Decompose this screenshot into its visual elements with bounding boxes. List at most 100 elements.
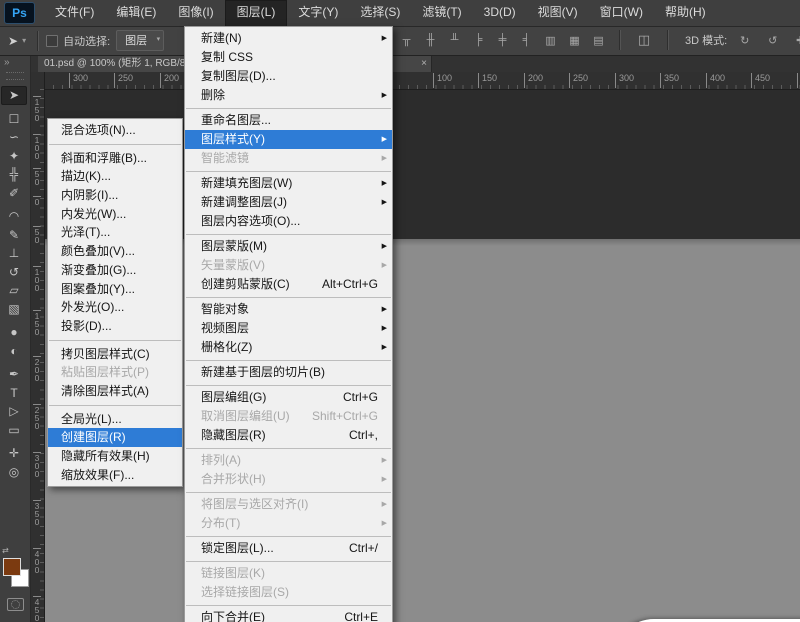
submenu-item[interactable]: 全局光(L)...	[48, 410, 182, 429]
history-brush-tool[interactable]: ↺	[1, 263, 27, 282]
pen-tool[interactable]: ✒	[1, 365, 27, 384]
align-left-edges-icon[interactable]: ╞	[468, 34, 489, 47]
spot-healing-brush-tool[interactable]: ◠	[1, 207, 27, 226]
submenu-item[interactable]: 混合选项(N)...	[48, 121, 182, 140]
submenu-item[interactable]: 描边(K)...	[48, 167, 182, 186]
submenu-item[interactable]: 清除图层样式(A)	[48, 382, 182, 401]
dodge-tool[interactable]: ◐	[1, 342, 27, 361]
menu-item[interactable]: 链接图层(K)	[185, 564, 392, 583]
menubar-item[interactable]: 编辑(E)	[105, 0, 167, 26]
menu-item[interactable]: 复制 CSS	[185, 48, 392, 67]
menu-item[interactable]: 新建(N) ▶	[185, 29, 392, 48]
submenu-item[interactable]: 外发光(O)...	[48, 298, 182, 317]
menu-item[interactable]	[186, 448, 391, 449]
menu-item[interactable]: 将图层与选区对齐(I) ▶	[185, 495, 392, 514]
menu-item[interactable]: 重命名图层...	[185, 111, 392, 130]
menu-item[interactable]: 创建剪贴蒙版(C) Alt+Ctrl+G	[185, 275, 392, 294]
align-bottom-edges-icon[interactable]: ╨	[444, 34, 465, 47]
3d-roll-icon[interactable]: ↺	[762, 34, 783, 47]
menubar-item[interactable]: 图层(L)	[224, 0, 288, 26]
menu-item[interactable]	[186, 234, 391, 235]
menubar-item[interactable]: 3D(D)	[473, 0, 527, 26]
menu-item[interactable]: 智能滤镜 ▶	[185, 149, 392, 168]
menu-item[interactable]: 栅格化(Z) ▶	[185, 338, 392, 357]
align-horizontal-centers-icon[interactable]: ╪	[492, 34, 513, 47]
rectangle-tool[interactable]: ▭	[1, 421, 27, 440]
menu-item[interactable]: 新建填充图层(W) ▶	[185, 174, 392, 193]
submenu-item[interactable]: 斜面和浮雕(B)...	[48, 149, 182, 168]
submenu-item[interactable]	[49, 339, 181, 341]
crop-tool[interactable]: ╬	[1, 165, 27, 184]
zoom-tool[interactable]: ◎	[1, 463, 27, 482]
menu-item[interactable]: 取消图层编组(U) Shift+Ctrl+G	[185, 407, 392, 426]
submenu-item[interactable]	[49, 404, 181, 406]
lasso-tool[interactable]: ∽	[1, 128, 27, 147]
menu-item[interactable]: 矢量蒙版(V) ▶	[185, 256, 392, 275]
tool-preset-caret-icon[interactable]: ▾	[22, 36, 26, 45]
submenu-item[interactable]: 缩放效果(F)...	[48, 466, 182, 485]
blur-tool[interactable]: ●	[1, 323, 27, 342]
quick-selection-tool[interactable]: ✦	[1, 147, 27, 166]
menubar-item[interactable]: 文字(Y)	[287, 0, 349, 26]
submenu-item[interactable]: 光泽(T)...	[48, 223, 182, 242]
submenu-item[interactable]: 渐变叠加(G)...	[48, 261, 182, 280]
menu-item[interactable]	[186, 492, 391, 493]
menu-item[interactable]: 排列(A) ▶	[185, 451, 392, 470]
menu-item[interactable]: 新建基于图层的切片(B)	[185, 363, 392, 382]
menubar-item[interactable]: 视图(V)	[527, 0, 589, 26]
auto-select-checkbox[interactable]	[46, 34, 59, 47]
menubar-item[interactable]: 文件(F)	[44, 0, 105, 26]
hand-tool[interactable]: ✛	[1, 444, 27, 463]
move-tool[interactable]: ➤	[1, 86, 27, 105]
menu-item[interactable]: 删除 ▶	[185, 86, 392, 105]
distribute-horizontal-icon[interactable]: ▥	[540, 34, 561, 47]
menubar-item[interactable]: 窗口(W)	[589, 0, 654, 26]
auto-select-target-dropdown[interactable]: 图层 ▾	[116, 30, 165, 51]
vertical-ruler[interactable]: 150 100 50 0 50 100 150 200 250 300 350 400 450	[30, 72, 45, 622]
menu-item[interactable]: 复制图层(D)...	[185, 67, 392, 86]
distribute-centers-icon[interactable]: ▦	[564, 34, 585, 47]
submenu-item[interactable]: 颜色叠加(V)...	[48, 242, 182, 261]
submenu-item[interactable]: 内阴影(I)...	[48, 186, 182, 205]
gradient-tool[interactable]: ▧	[1, 300, 27, 319]
menu-item[interactable]: 图层编组(G) Ctrl+G	[185, 388, 392, 407]
align-right-edges-icon[interactable]: ╡	[516, 34, 537, 47]
align-vertical-centers-icon[interactable]: ╫	[420, 34, 441, 47]
rectangular-marquee-tool[interactable]: ☐	[1, 110, 27, 129]
menu-item[interactable]: 图层样式(Y) ▶	[185, 130, 392, 149]
menu-item[interactable]	[186, 385, 391, 386]
menu-item[interactable]: 图层内容选项(O)...	[185, 212, 392, 231]
menu-item[interactable]	[186, 108, 391, 109]
menu-item[interactable]: 锁定图层(L)... Ctrl+/	[185, 539, 392, 558]
menu-item[interactable]: 智能对象 ▶	[185, 300, 392, 319]
menu-item[interactable]: 合并形状(H) ▶	[185, 470, 392, 489]
menu-item[interactable]	[186, 360, 391, 361]
panel-collapse-icon[interactable]: »	[0, 56, 30, 70]
distribute-vertical-icon[interactable]: ▤	[588, 34, 609, 47]
submenu-item[interactable]: 拷贝图层样式(C)	[48, 345, 182, 364]
quick-mask-icon[interactable]	[7, 598, 24, 611]
clone-stamp-tool[interactable]: ⊥	[1, 244, 27, 263]
menu-item[interactable]: 隐藏图层(R) Ctrl+,	[185, 426, 392, 445]
menu-item[interactable]: 视频图层 ▶	[185, 319, 392, 338]
auto-align-layers-icon[interactable]: ◫	[631, 32, 657, 48]
submenu-item[interactable]: 隐藏所有效果(H)	[48, 447, 182, 466]
menu-item[interactable]	[186, 536, 391, 537]
submenu-item[interactable]: 创建图层(R)	[48, 428, 182, 447]
brush-tool[interactable]: ✎	[1, 226, 27, 245]
close-icon[interactable]: ×	[421, 56, 427, 71]
menu-item[interactable]: 选择链接图层(S)	[185, 583, 392, 602]
eyedropper-tool[interactable]: ✐	[1, 184, 27, 203]
type-tool[interactable]: T	[1, 384, 27, 403]
horizontal-ruler[interactable]: 300250200100150200250300350400450500	[44, 72, 800, 90]
menu-item[interactable]	[186, 561, 391, 562]
menu-item[interactable]	[186, 605, 391, 606]
submenu-item[interactable]: 投影(D)...	[48, 317, 182, 336]
swap-colors-icon[interactable]: ⇄	[2, 546, 9, 555]
menu-item[interactable]: 新建调整图层(J) ▶	[185, 193, 392, 212]
3d-rotate-icon[interactable]: ↻	[734, 34, 755, 47]
menu-item[interactable]: 分布(T) ▶	[185, 514, 392, 533]
eraser-tool[interactable]: ▱	[1, 281, 27, 300]
menubar-item[interactable]: 帮助(H)	[654, 0, 717, 26]
menu-item[interactable]	[186, 297, 391, 298]
